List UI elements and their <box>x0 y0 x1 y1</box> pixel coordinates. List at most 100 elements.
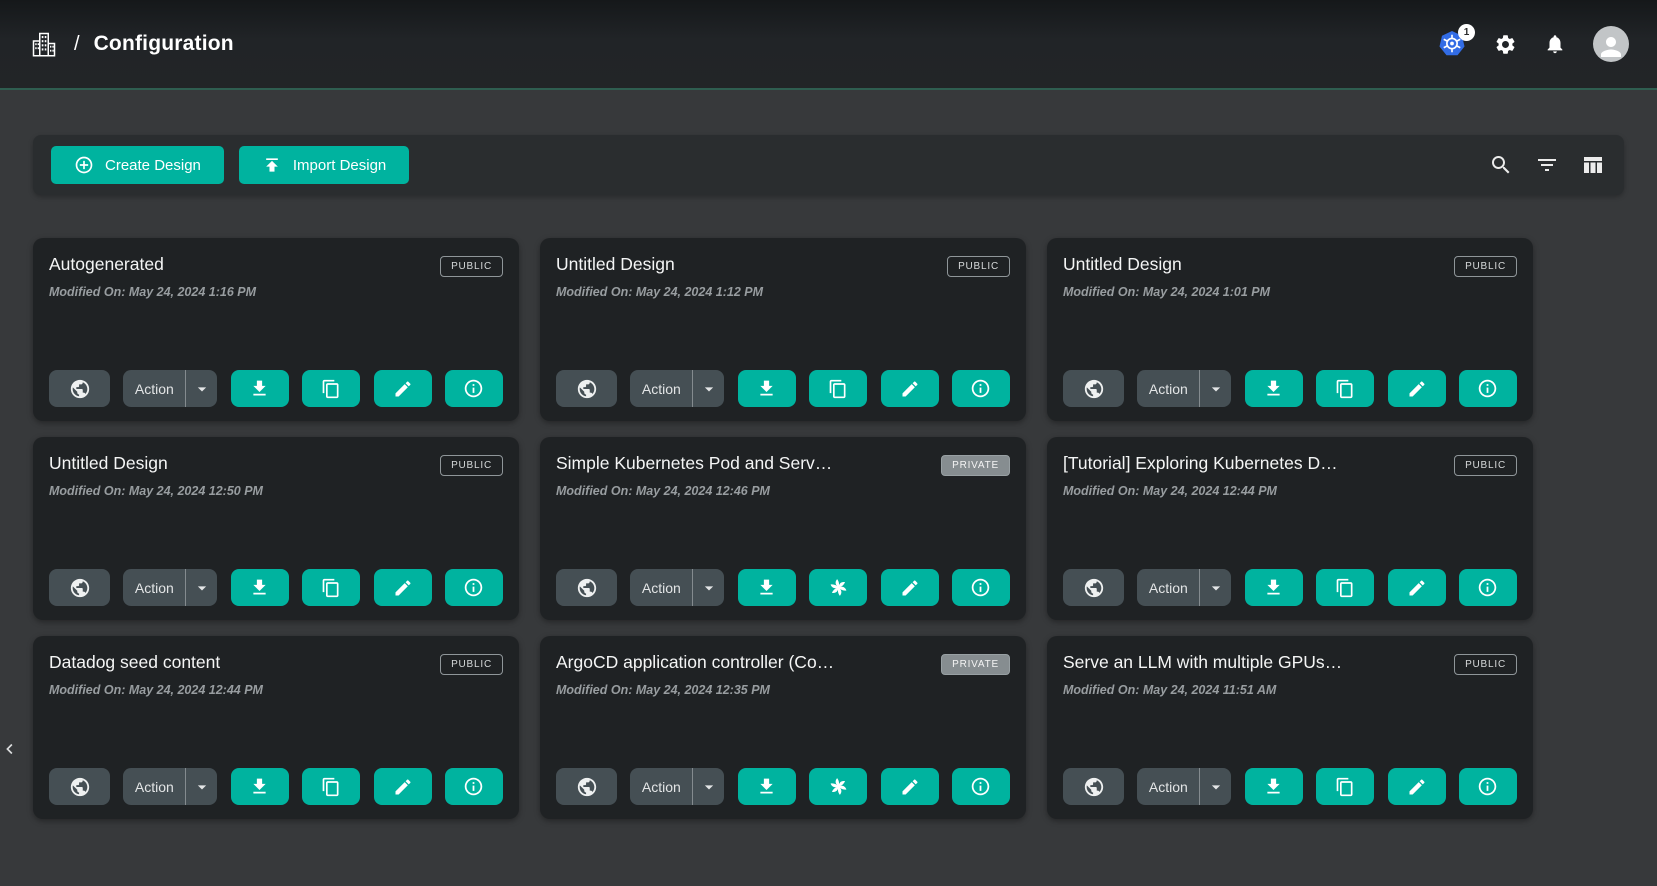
settings-button[interactable] <box>1493 32 1517 56</box>
download-button[interactable] <box>231 768 289 805</box>
action-menu-toggle[interactable] <box>186 569 217 606</box>
action-button-label[interactable]: Action <box>630 370 692 407</box>
info-button[interactable] <box>445 768 503 805</box>
action-button-label[interactable]: Action <box>1137 768 1199 805</box>
edit-button[interactable] <box>374 768 432 805</box>
action-menu-toggle[interactable] <box>1200 569 1231 606</box>
action-split-button[interactable]: Action <box>1137 569 1231 606</box>
edit-button[interactable] <box>374 569 432 606</box>
info-icon <box>1477 378 1498 399</box>
info-button[interactable] <box>1459 370 1517 407</box>
edit-button[interactable] <box>881 370 939 407</box>
add-circle-icon <box>74 155 94 175</box>
info-button[interactable] <box>1459 768 1517 805</box>
filter-button[interactable] <box>1534 152 1560 178</box>
action-split-button[interactable]: Action <box>630 370 724 407</box>
copy-button[interactable] <box>302 370 360 407</box>
swirl-button[interactable] <box>809 768 867 805</box>
download-button[interactable] <box>738 370 796 407</box>
design-card: Untitled Design PUBLIC Modified On: May … <box>540 238 1026 421</box>
edit-button[interactable] <box>881 569 939 606</box>
create-design-button[interactable]: Create Design <box>51 146 224 184</box>
building-icon[interactable] <box>28 28 60 60</box>
kubernetes-context-button[interactable]: 1 <box>1437 29 1467 59</box>
download-button[interactable] <box>231 370 289 407</box>
action-menu-toggle[interactable] <box>1200 370 1231 407</box>
download-button[interactable] <box>738 569 796 606</box>
import-design-button[interactable]: Import Design <box>239 146 409 184</box>
download-button[interactable] <box>1245 768 1303 805</box>
search-button[interactable] <box>1488 152 1514 178</box>
table-view-button[interactable] <box>1580 152 1606 178</box>
notifications-button[interactable] <box>1543 32 1567 56</box>
edit-button[interactable] <box>1388 370 1446 407</box>
visibility-globe-button[interactable] <box>1063 768 1124 805</box>
action-split-button[interactable]: Action <box>123 370 217 407</box>
action-split-button[interactable]: Action <box>1137 370 1231 407</box>
swirl-button[interactable] <box>809 569 867 606</box>
download-icon <box>756 378 777 399</box>
info-button[interactable] <box>1459 569 1517 606</box>
action-button-label[interactable]: Action <box>123 768 185 805</box>
info-button[interactable] <box>952 370 1010 407</box>
copy-button[interactable] <box>1316 569 1374 606</box>
designs-toolbar: Create Design Import Design <box>33 135 1624 195</box>
download-button[interactable] <box>738 768 796 805</box>
action-button-label[interactable]: Action <box>630 768 692 805</box>
download-button[interactable] <box>1245 370 1303 407</box>
visibility-globe-button[interactable] <box>556 768 617 805</box>
edit-button[interactable] <box>1388 768 1446 805</box>
card-actions: Action <box>1063 768 1517 805</box>
action-menu-toggle[interactable] <box>693 569 724 606</box>
copy-button[interactable] <box>302 768 360 805</box>
visibility-globe-button[interactable] <box>49 768 110 805</box>
copy-button[interactable] <box>1316 768 1374 805</box>
action-split-button[interactable]: Action <box>123 768 217 805</box>
action-menu-toggle[interactable] <box>1200 768 1231 805</box>
card-actions: Action <box>556 768 1010 805</box>
copy-button[interactable] <box>1316 370 1374 407</box>
action-button-label[interactable]: Action <box>123 569 185 606</box>
card-actions: Action <box>1063 370 1517 407</box>
download-button[interactable] <box>1245 569 1303 606</box>
card-actions: Action <box>49 768 503 805</box>
design-card: Untitled Design PUBLIC Modified On: May … <box>33 437 519 620</box>
visibility-badge: PUBLIC <box>440 256 503 277</box>
info-button[interactable] <box>445 370 503 407</box>
action-split-button[interactable]: Action <box>123 569 217 606</box>
action-button-label[interactable]: Action <box>1137 370 1199 407</box>
action-button-label[interactable]: Action <box>1137 569 1199 606</box>
download-button[interactable] <box>231 569 289 606</box>
action-menu-toggle[interactable] <box>693 768 724 805</box>
action-button-label[interactable]: Action <box>630 569 692 606</box>
action-split-button[interactable]: Action <box>630 569 724 606</box>
info-icon <box>1477 577 1498 598</box>
action-split-button[interactable]: Action <box>1137 768 1231 805</box>
visibility-globe-button[interactable] <box>556 569 617 606</box>
toolbar-view-controls <box>1488 152 1606 178</box>
visibility-globe-button[interactable] <box>1063 569 1124 606</box>
visibility-globe-button[interactable] <box>49 569 110 606</box>
info-button[interactable] <box>445 569 503 606</box>
page-title: Configuration <box>94 32 234 56</box>
visibility-globe-button[interactable] <box>49 370 110 407</box>
info-button[interactable] <box>952 569 1010 606</box>
action-menu-toggle[interactable] <box>186 768 217 805</box>
copy-button[interactable] <box>809 370 867 407</box>
edit-button[interactable] <box>1388 569 1446 606</box>
action-split-button[interactable]: Action <box>630 768 724 805</box>
visibility-globe-button[interactable] <box>1063 370 1124 407</box>
action-button-label[interactable]: Action <box>123 370 185 407</box>
visibility-globe-button[interactable] <box>556 370 617 407</box>
card-actions: Action <box>556 370 1010 407</box>
drawer-collapse-button[interactable] <box>1 735 19 763</box>
info-button[interactable] <box>952 768 1010 805</box>
action-menu-toggle[interactable] <box>693 370 724 407</box>
edit-button[interactable] <box>374 370 432 407</box>
info-icon <box>1477 776 1498 797</box>
action-menu-toggle[interactable] <box>186 370 217 407</box>
edit-button[interactable] <box>881 768 939 805</box>
copy-button[interactable] <box>302 569 360 606</box>
user-avatar[interactable] <box>1593 26 1629 62</box>
modified-on-text: Modified On: May 24, 2024 1:16 PM <box>49 285 503 299</box>
